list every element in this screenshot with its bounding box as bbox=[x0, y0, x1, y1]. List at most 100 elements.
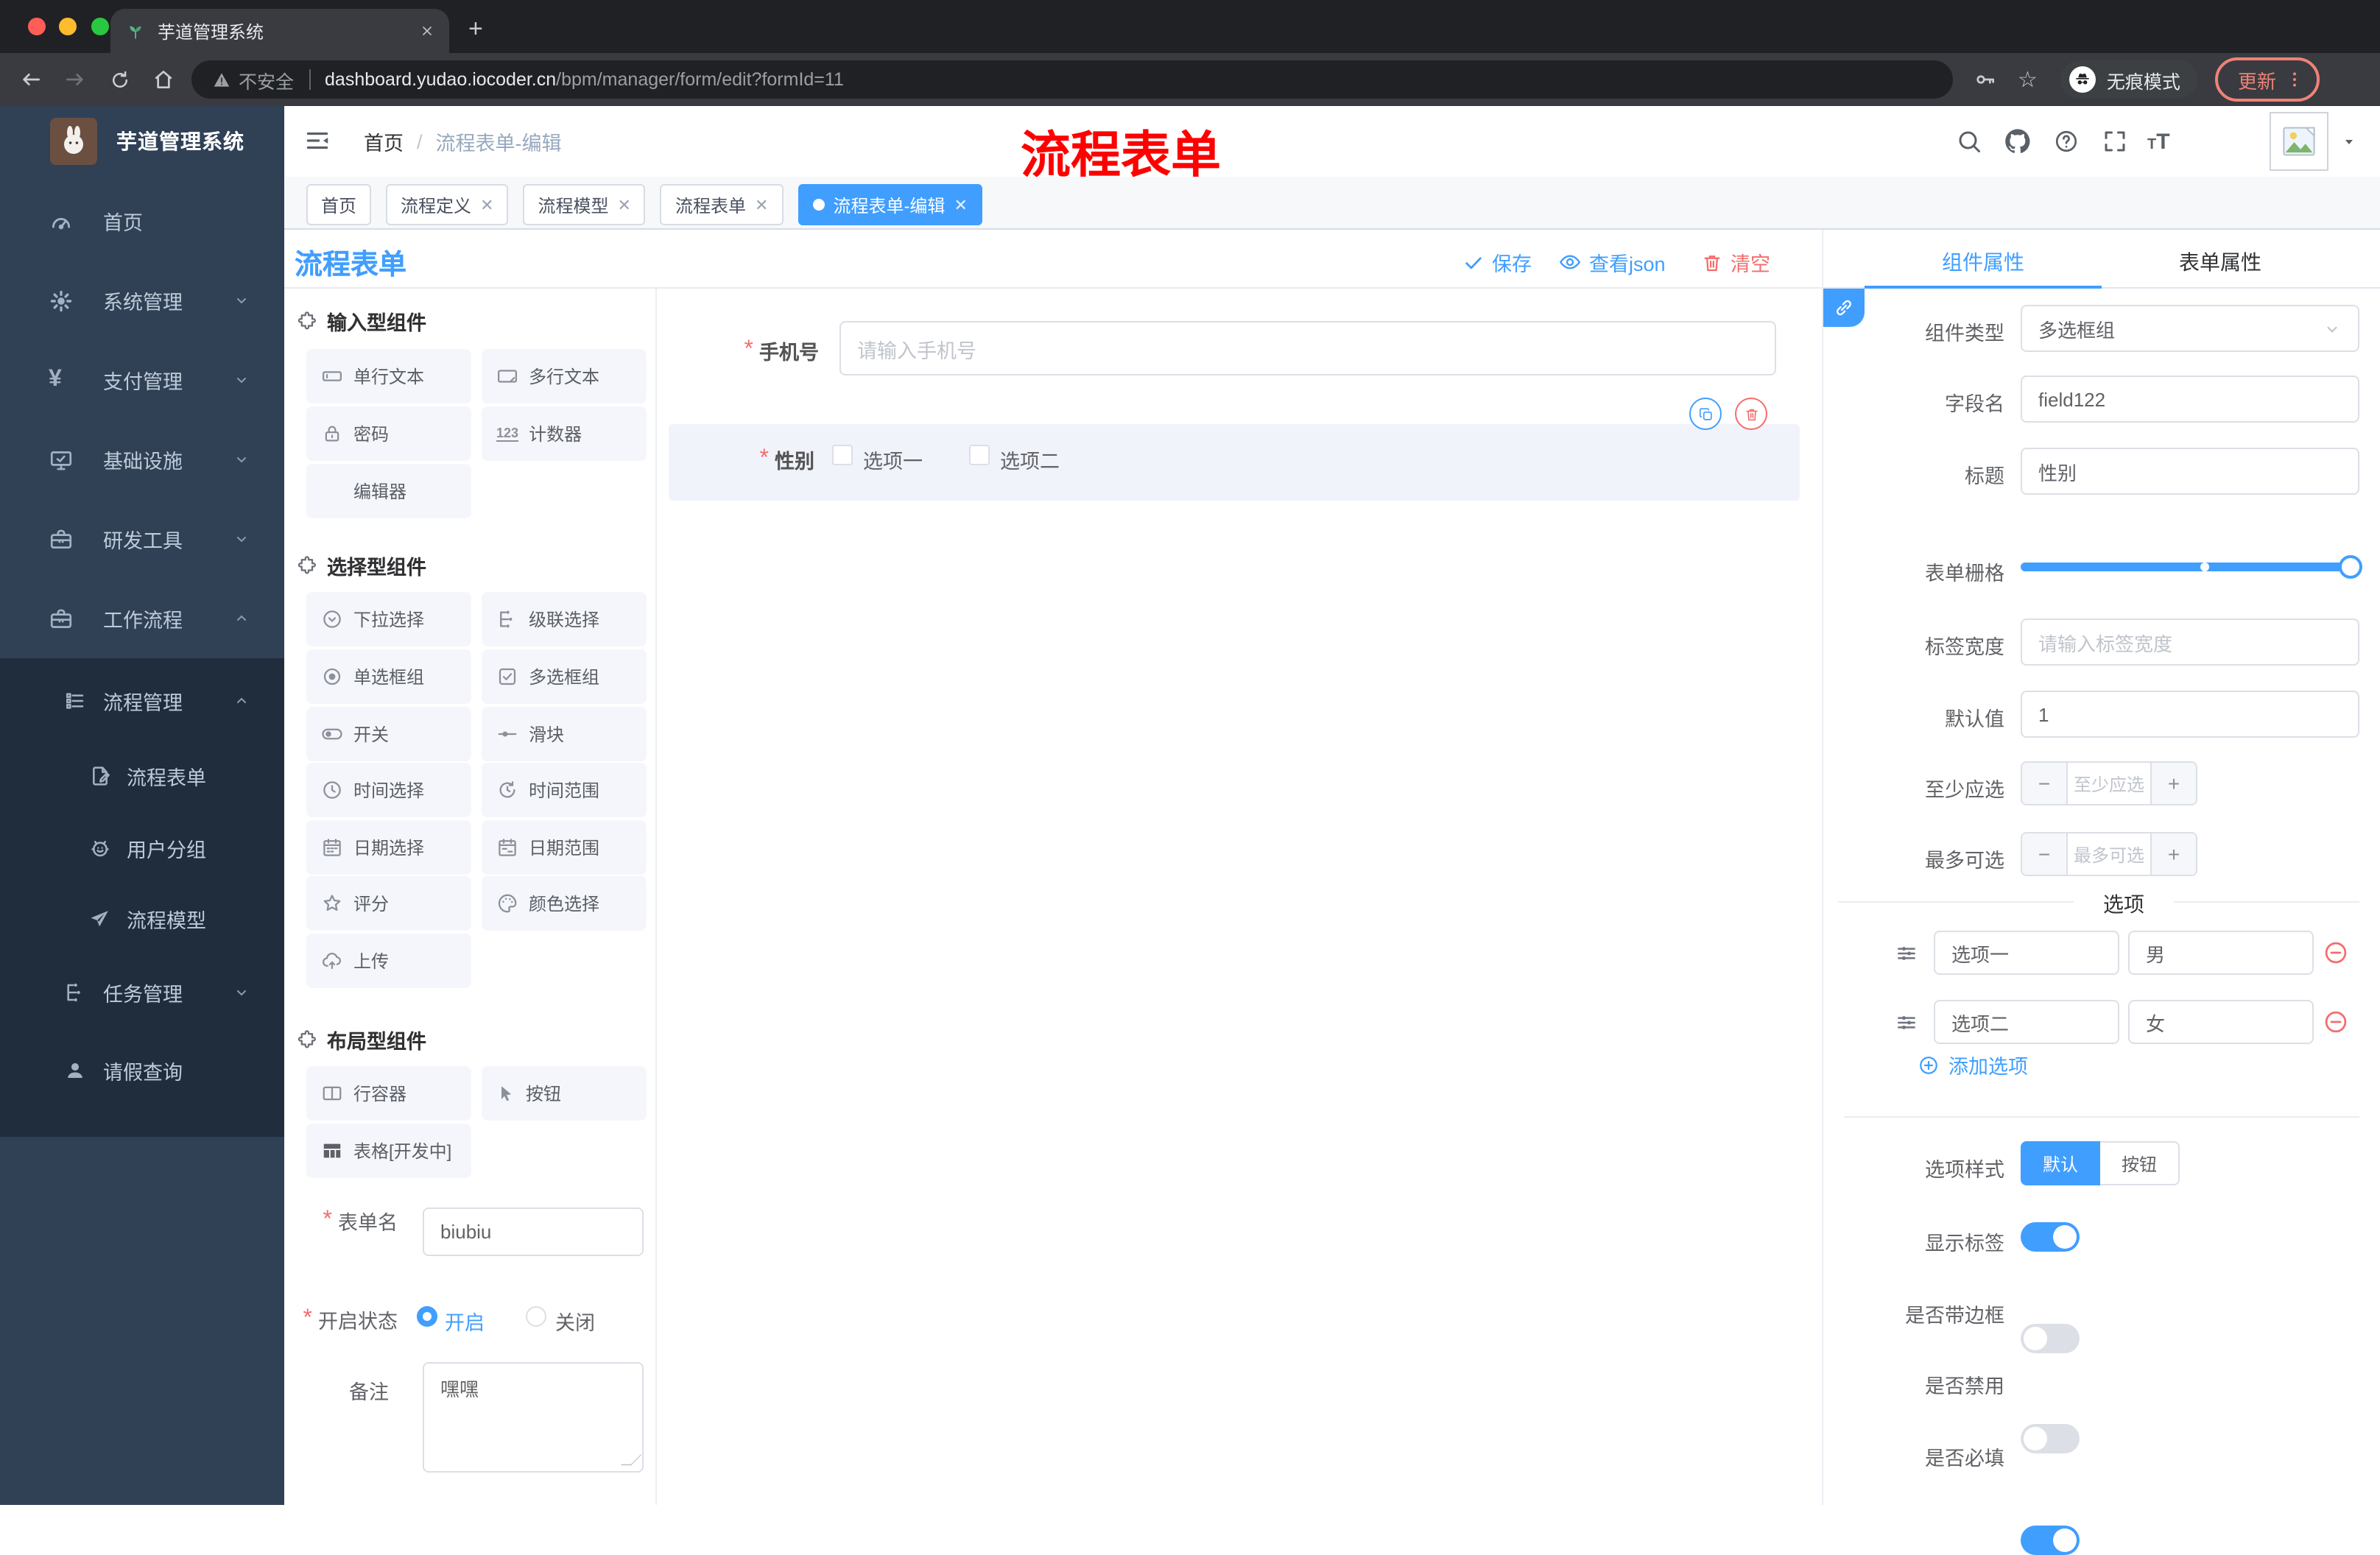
address-bar[interactable]: 不安全 dashboard.yudao.iocoder.cn/bpm/manag… bbox=[191, 60, 1953, 99]
palette-item-color-picker[interactable]: 颜色选择 bbox=[482, 876, 647, 931]
remark-textarea[interactable]: 嘿嘿 bbox=[423, 1362, 644, 1473]
window-close-button[interactable] bbox=[28, 18, 46, 35]
tab-process-model[interactable]: 流程模型 ✕ bbox=[523, 184, 646, 225]
tab-process-form[interactable]: 流程表单 ✕ bbox=[660, 184, 784, 225]
not-secure-icon[interactable] bbox=[212, 70, 231, 89]
tab-close-icon[interactable]: ✕ bbox=[954, 195, 967, 214]
browser-menu-icon[interactable] bbox=[2285, 69, 2306, 90]
tab-close-icon[interactable]: ✕ bbox=[480, 195, 493, 214]
radio-off-label[interactable]: 关闭 bbox=[555, 1306, 595, 1336]
search-icon[interactable] bbox=[1956, 128, 1982, 155]
palette-item-multi-text[interactable]: 多行文本 bbox=[482, 349, 647, 403]
gender-option-2-label[interactable]: 选项二 bbox=[1000, 445, 1060, 474]
palette-item-time-picker[interactable]: 时间选择 bbox=[306, 763, 471, 817]
palette-item-upload[interactable]: 上传 bbox=[306, 934, 471, 988]
title-input[interactable]: 性别 bbox=[2021, 448, 2359, 495]
border-toggle[interactable] bbox=[2021, 1324, 2080, 1353]
grid-slider-track[interactable] bbox=[2021, 563, 2351, 571]
palette-item-editor[interactable]: 编辑器 bbox=[306, 464, 471, 518]
sidebar-collapse-icon[interactable] bbox=[303, 127, 331, 155]
required-toggle[interactable] bbox=[2021, 1526, 2080, 1555]
palette-item-table[interactable]: 表格[开发中] bbox=[306, 1124, 471, 1178]
fullscreen-icon[interactable] bbox=[2102, 128, 2128, 155]
field-name-input[interactable]: field122 bbox=[2021, 375, 2359, 423]
window-zoom-button[interactable] bbox=[91, 18, 109, 35]
sidebar-item-process-mgmt[interactable]: 流程管理 bbox=[0, 663, 284, 739]
tab-home[interactable]: 首页 bbox=[306, 184, 372, 225]
palette-item-time-range[interactable]: 时间范围 bbox=[482, 763, 647, 817]
home-icon[interactable] bbox=[141, 68, 186, 91]
option-2-label-input[interactable]: 选项二 bbox=[1934, 1000, 2119, 1044]
back-icon[interactable] bbox=[9, 68, 53, 91]
tab-process-definition[interactable]: 流程定义 ✕ bbox=[386, 184, 509, 225]
sidebar-item-home[interactable]: 首页 bbox=[0, 181, 284, 261]
sidebar-item-workflow[interactable]: 工作流程 bbox=[0, 579, 284, 658]
radio-off[interactable] bbox=[526, 1306, 546, 1327]
show-label-toggle[interactable] bbox=[2021, 1222, 2080, 1252]
palette-item-slider[interactable]: 滑块 bbox=[482, 707, 647, 761]
style-default-button[interactable]: 默认 bbox=[2021, 1141, 2100, 1185]
sidebar-item-leave-query[interactable]: 请假查询 bbox=[0, 1031, 284, 1109]
resize-handle[interactable] bbox=[620, 1454, 642, 1466]
type-select[interactable]: 多选框组 bbox=[2021, 305, 2359, 352]
palette-item-radio-group[interactable]: 单选框组 bbox=[306, 649, 471, 704]
font-size-icon[interactable]: TT bbox=[2147, 130, 2170, 155]
new-tab-button[interactable]: + bbox=[468, 15, 483, 44]
option-1-label-input[interactable]: 选项一 bbox=[1934, 931, 2119, 975]
github-icon[interactable] bbox=[2003, 127, 2032, 156]
palette-item-rate[interactable]: 评分 bbox=[306, 876, 471, 931]
sidebar-item-process-form[interactable]: 流程表单 bbox=[0, 739, 284, 811]
palette-item-button[interactable]: 按钮 bbox=[482, 1066, 647, 1121]
reload-icon[interactable] bbox=[97, 68, 141, 91]
tab-close-icon[interactable]: ✕ bbox=[755, 195, 768, 214]
security-label[interactable]: 不安全 bbox=[239, 66, 294, 94]
stepper-minus-button[interactable]: − bbox=[2022, 763, 2068, 804]
sidebar-brand[interactable]: 芋道管理系统 bbox=[0, 106, 284, 177]
add-option-button[interactable]: 添加选项 bbox=[1918, 1050, 2028, 1079]
tab-process-form-edit[interactable]: 流程表单-编辑 ✕ bbox=[798, 184, 982, 225]
phone-input[interactable]: 请输入手机号 bbox=[839, 321, 1776, 375]
avatar-dropdown-icon[interactable] bbox=[2340, 133, 2358, 150]
window-minimize-button[interactable] bbox=[59, 18, 77, 35]
palette-item-cascader[interactable]: 级联选择 bbox=[482, 592, 647, 646]
avatar[interactable] bbox=[2270, 112, 2328, 171]
drag-handle-icon[interactable] bbox=[1894, 1010, 1919, 1035]
gender-checkbox-2[interactable] bbox=[969, 445, 990, 465]
key-icon[interactable] bbox=[1974, 68, 1997, 91]
drag-handle-icon[interactable] bbox=[1894, 941, 1919, 966]
disabled-toggle[interactable] bbox=[2021, 1424, 2080, 1453]
sidebar-item-devtools[interactable]: 研发工具 bbox=[0, 499, 284, 579]
form-name-input[interactable]: biubiu bbox=[423, 1207, 644, 1256]
palette-item-date-picker[interactable]: 日期选择 bbox=[306, 820, 471, 875]
remove-option-icon[interactable] bbox=[2323, 1009, 2349, 1035]
palette-item-single-text[interactable]: 单行文本 bbox=[306, 349, 471, 403]
palette-item-counter[interactable]: 123 计数器 bbox=[482, 406, 647, 461]
bookmark-star-icon[interactable]: ☆ bbox=[2018, 66, 2038, 93]
palette-item-row-container[interactable]: 行容器 bbox=[306, 1066, 471, 1121]
palette-item-password[interactable]: 密码 bbox=[306, 406, 471, 461]
update-button[interactable]: 更新 bbox=[2215, 57, 2320, 102]
stepper-minus-button[interactable]: − bbox=[2022, 833, 2068, 875]
sidebar-item-payment[interactable]: ¥ 支付管理 bbox=[0, 340, 284, 420]
save-button[interactable]: 保存 bbox=[1462, 247, 1532, 277]
gender-checkbox-1[interactable] bbox=[832, 445, 853, 465]
max-select-placeholder[interactable]: 最多可选 bbox=[2068, 842, 2150, 867]
tab-form-props[interactable]: 表单属性 bbox=[2102, 247, 2339, 277]
radio-on-label[interactable]: 开启 bbox=[445, 1306, 485, 1336]
option-2-value-input[interactable]: 女 bbox=[2128, 1000, 2314, 1044]
sidebar-item-user-group[interactable]: 用户分组 bbox=[0, 811, 284, 884]
option-1-value-input[interactable]: 男 bbox=[2128, 931, 2314, 975]
palette-item-select[interactable]: 下拉选择 bbox=[306, 592, 471, 646]
default-value-input[interactable]: 1 bbox=[2021, 691, 2359, 738]
palette-item-date-range[interactable]: 日期范围 bbox=[482, 820, 647, 875]
radio-on[interactable] bbox=[417, 1306, 437, 1327]
palette-item-checkbox-group[interactable]: 多选框组 bbox=[482, 649, 647, 704]
clear-button[interactable]: 清空 bbox=[1701, 247, 1770, 277]
sidebar-item-process-model[interactable]: 流程模型 bbox=[0, 884, 284, 954]
min-select-placeholder[interactable]: 至少应选 bbox=[2068, 771, 2150, 796]
stepper-plus-button[interactable]: + bbox=[2150, 763, 2196, 804]
delete-field-button[interactable] bbox=[1735, 398, 1767, 430]
browser-tab[interactable]: 芋道管理系统 bbox=[110, 9, 449, 53]
palette-item-switch[interactable]: 开关 bbox=[306, 707, 471, 761]
forward-icon[interactable] bbox=[53, 68, 97, 91]
